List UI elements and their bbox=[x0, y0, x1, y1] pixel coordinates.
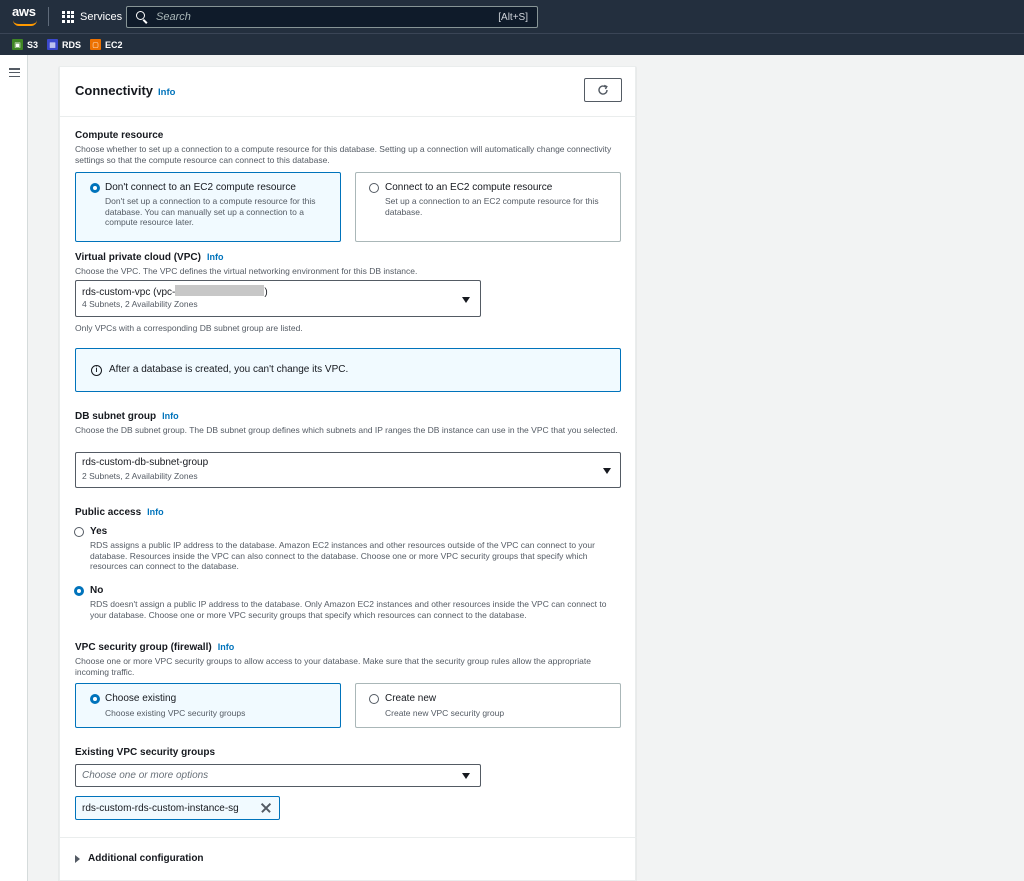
token-label: rds-custom-rds-custom-instance-sg bbox=[82, 803, 239, 814]
aws-logo-text: aws bbox=[12, 4, 36, 19]
security-group-info-link[interactable]: Info bbox=[218, 642, 235, 652]
caret-down-icon bbox=[462, 773, 470, 779]
favorite-s3-label: S3 bbox=[27, 39, 39, 50]
security-group-description: Choose one or more VPC security groups t… bbox=[75, 656, 591, 677]
choose-existing-description: Choose existing VPC security groups bbox=[105, 708, 246, 718]
subnet-group-label: DB subnet group Info bbox=[75, 411, 179, 422]
s3-icon: ▣ bbox=[12, 39, 23, 50]
search-box[interactable]: [Alt+S] bbox=[126, 6, 538, 28]
public-access-label-text: Public access bbox=[75, 507, 142, 518]
existing-groups-multiselect[interactable]: Choose one or more options bbox=[75, 764, 481, 787]
subnet-select-sub: 2 Subnets, 2 Availability Zones bbox=[82, 471, 198, 481]
aws-logo[interactable]: aws bbox=[12, 5, 40, 27]
alert-text: After a database is created, you can't c… bbox=[109, 364, 349, 375]
refresh-button[interactable] bbox=[584, 78, 622, 102]
existing-groups-label: Existing VPC security groups bbox=[75, 747, 216, 758]
additional-configuration-label: Additional configuration bbox=[88, 853, 204, 864]
connectivity-panel: Connectivity Info Compute resource Choose… bbox=[59, 66, 637, 881]
caret-down-icon bbox=[462, 297, 470, 303]
vpc-select[interactable]: rds-custom-vpc (vpc-) 4 Subnets, 2 Avail… bbox=[75, 280, 481, 317]
subnet-info-link[interactable]: Info bbox=[162, 411, 179, 421]
security-group-label-text: VPC security group (firewall) bbox=[75, 642, 212, 653]
dont-connect-title: Don't connect to an EC2 compute resource bbox=[105, 182, 296, 193]
radio-create-new[interactable] bbox=[369, 694, 379, 704]
favorite-s3[interactable]: ▣ S3 bbox=[12, 39, 38, 50]
favorite-ec2-label: EC2 bbox=[105, 39, 123, 50]
services-button[interactable]: Services bbox=[56, 6, 122, 27]
remove-token-icon[interactable] bbox=[260, 802, 272, 814]
subnet-group-description: Choose the DB subnet group. The DB subne… bbox=[75, 425, 618, 435]
search-input[interactable] bbox=[156, 11, 499, 23]
services-label: Services bbox=[80, 10, 123, 23]
rds-icon: ▦ bbox=[47, 39, 59, 50]
public-access-label: Public access Info bbox=[75, 507, 164, 518]
compute-option-dont-connect[interactable]: Don't connect to an EC2 compute resource… bbox=[75, 172, 341, 242]
compute-resource-description: Choose whether to set up a connection to… bbox=[75, 144, 612, 165]
choose-existing-title: Choose existing bbox=[105, 693, 177, 704]
vpc-value-suffix: ) bbox=[264, 287, 268, 298]
public-no-label: No bbox=[90, 585, 104, 596]
ec2-icon: ▢ bbox=[90, 39, 102, 50]
search-icon bbox=[136, 11, 148, 23]
subnet-label-text: DB subnet group bbox=[75, 411, 157, 422]
vpc-info-link[interactable]: Info bbox=[207, 252, 224, 262]
panel-title-text: Connectivity bbox=[75, 83, 154, 98]
vpc-description: Choose the VPC. The VPC defines the virt… bbox=[75, 266, 418, 276]
security-option-choose-existing[interactable]: Choose existing Choose existing VPC secu… bbox=[75, 683, 341, 728]
vpc-select-value: rds-custom-vpc (vpc-) bbox=[82, 285, 268, 298]
radio-public-yes[interactable] bbox=[74, 527, 84, 537]
connectivity-info-link[interactable]: Info bbox=[158, 87, 175, 98]
create-new-title: Create new bbox=[385, 693, 437, 704]
page-title: Connectivity Info bbox=[75, 83, 175, 98]
vpc-label: Virtual private cloud (VPC) Info bbox=[75, 252, 223, 263]
section-divider bbox=[60, 837, 637, 838]
connect-ec2-description: Set up a connection to an EC2 compute re… bbox=[385, 196, 599, 217]
caret-down-icon bbox=[603, 468, 611, 474]
public-yes-label: Yes bbox=[90, 526, 108, 537]
create-new-description: Create new VPC security group bbox=[385, 708, 505, 718]
radio-public-no[interactable] bbox=[74, 586, 84, 596]
existing-groups-placeholder: Choose one or more options bbox=[82, 770, 209, 781]
favorite-ec2[interactable]: ▢ EC2 bbox=[90, 39, 123, 50]
vpc-info-alert: i After a database is created, you can't… bbox=[75, 348, 621, 392]
additional-configuration-toggle[interactable]: Additional configuration bbox=[75, 853, 204, 864]
vpc-value-prefix: rds-custom-vpc (vpc- bbox=[82, 287, 176, 298]
vpc-hint: Only VPCs with a corresponding DB subnet… bbox=[75, 323, 303, 333]
radio-choose-existing[interactable] bbox=[90, 694, 100, 704]
vpc-label-text: Virtual private cloud (VPC) bbox=[75, 252, 201, 263]
aws-smile-icon bbox=[13, 20, 37, 26]
connect-ec2-title: Connect to an EC2 compute resource bbox=[385, 182, 553, 193]
public-no-description: RDS doesn't assign a public IP address t… bbox=[90, 599, 607, 620]
search-shortcut-hint: [Alt+S] bbox=[498, 11, 528, 23]
favorite-rds-label: RDS bbox=[62, 39, 82, 50]
refresh-icon bbox=[598, 84, 608, 95]
radio-dont-connect[interactable] bbox=[90, 183, 100, 193]
nav-divider bbox=[48, 7, 49, 26]
panel-header: Connectivity Info bbox=[60, 67, 637, 117]
menu-icon[interactable] bbox=[9, 68, 20, 78]
radio-connect-ec2[interactable] bbox=[369, 183, 379, 193]
security-group-label: VPC security group (firewall) Info bbox=[75, 642, 234, 653]
grid-icon bbox=[62, 10, 74, 23]
favorites-bar: ▣ S3 ▦ RDS ▢ EC2 bbox=[0, 33, 1024, 55]
vpc-select-sub: 4 Subnets, 2 Availability Zones bbox=[82, 299, 198, 309]
vpc-id-redacted bbox=[175, 285, 265, 296]
favorite-rds[interactable]: ▦ RDS bbox=[47, 39, 81, 50]
public-access-info-link[interactable]: Info bbox=[147, 507, 164, 517]
top-navigation-bar: aws Services [Alt+S] bbox=[0, 0, 1024, 33]
security-option-create-new[interactable]: Create new Create new VPC security group bbox=[355, 683, 621, 728]
compute-option-connect-ec2[interactable]: Connect to an EC2 compute resource Set u… bbox=[355, 172, 621, 242]
info-icon: i bbox=[91, 365, 102, 376]
left-rail bbox=[0, 55, 28, 881]
security-group-token: rds-custom-rds-custom-instance-sg bbox=[75, 796, 280, 820]
public-yes-description: RDS assigns a public IP address to the d… bbox=[90, 540, 595, 571]
subnet-group-select[interactable]: rds-custom-db-subnet-group 2 Subnets, 2 … bbox=[75, 452, 621, 488]
caret-right-icon bbox=[75, 854, 80, 863]
dont-connect-description: Don't set up a connection to a compute r… bbox=[105, 196, 316, 227]
compute-resource-label: Compute resource bbox=[75, 130, 164, 141]
subnet-select-value: rds-custom-db-subnet-group bbox=[82, 457, 209, 468]
